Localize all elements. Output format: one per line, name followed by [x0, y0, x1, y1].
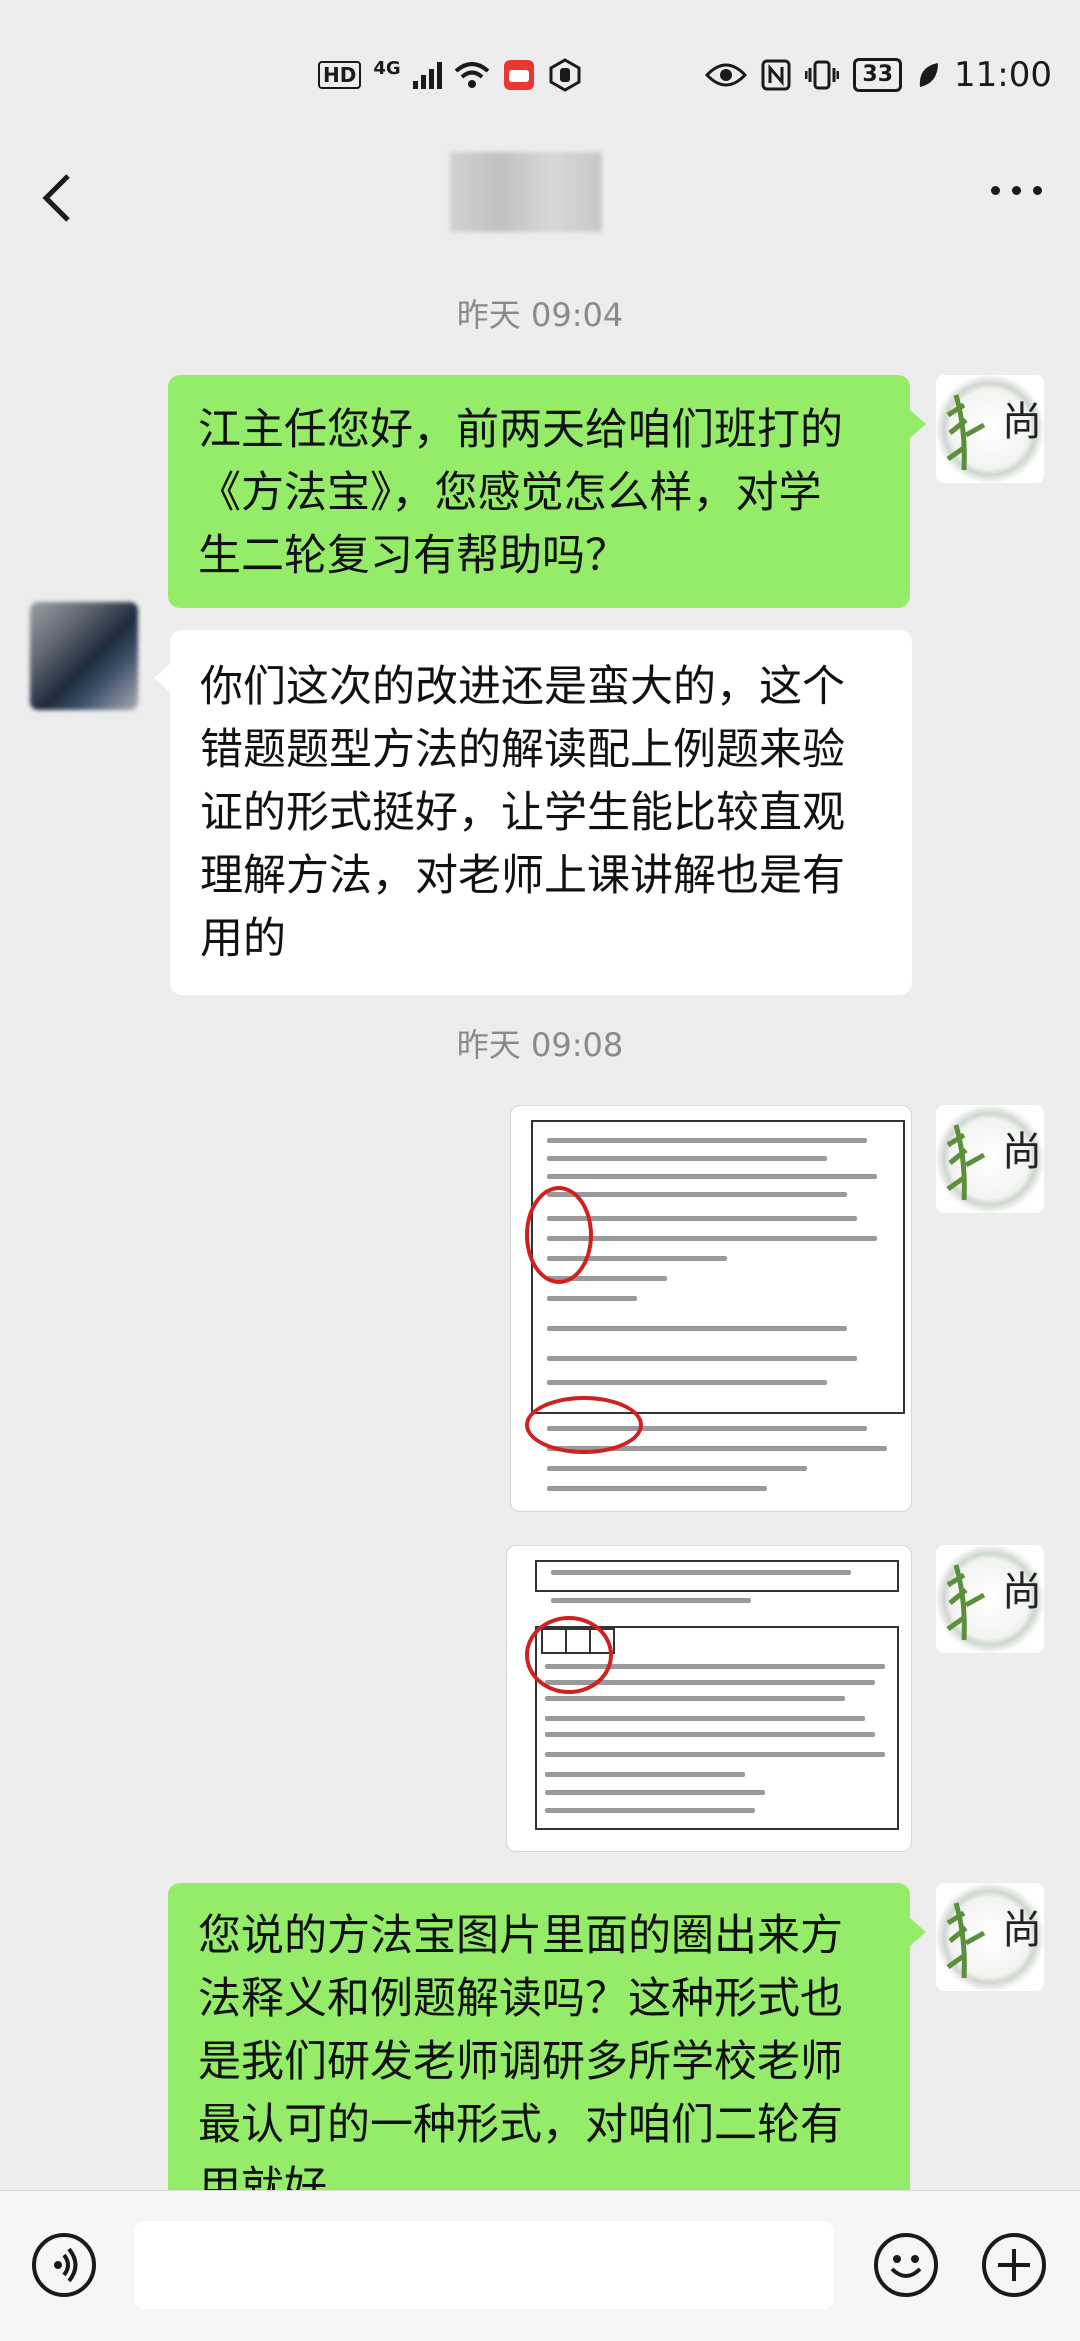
- message-timestamp: 昨天 09:08: [456, 1026, 624, 1064]
- message-line: 你们这次的改进还是蛮大的，这个: [200, 662, 845, 712]
- hd-badge: HD: [318, 61, 362, 89]
- message-line: 用的: [200, 914, 286, 964]
- avatar-char: 尚: [1002, 1569, 1042, 1615]
- emoji-icon[interactable]: [874, 2233, 938, 2297]
- status-right: 33 11:00: [705, 55, 1052, 95]
- message-line: 您说的方法宝图片里面的圈出来方: [198, 1911, 843, 1961]
- wifi-icon: [454, 62, 489, 88]
- document-thumbnail: [521, 1556, 899, 1841]
- input-bar: [0, 2190, 1080, 2341]
- more-options-icon[interactable]: [991, 186, 1042, 195]
- bubble-tail: [154, 664, 170, 692]
- message-line: 理解方法，对老师上课讲解也是有: [200, 851, 845, 901]
- message-line: 错题题型方法的解读配上例题来验: [200, 725, 845, 775]
- back-chevron-icon[interactable]: [38, 170, 78, 226]
- message-bubble-sent[interactable]: 江主任您好，前两天给咱们班打的 《方法宝》，您感觉怎么样，对学 生二轮复习有帮助…: [168, 375, 910, 608]
- message-line: 证的形式挺好，让学生能比较直观: [200, 788, 845, 838]
- hand-shield-icon: [549, 58, 581, 92]
- status-bar: HD 4G 33 11:00: [0, 0, 1080, 150]
- nfc-icon: [761, 59, 791, 91]
- my-avatar[interactable]: 尚: [936, 1883, 1044, 1991]
- message-timestamp: 昨天 09:04: [456, 296, 624, 334]
- message-line: 《方法宝》，您感觉怎么样，对学: [198, 468, 822, 518]
- leaf-icon: [919, 63, 939, 87]
- message-bubble-received[interactable]: 你们这次的改进还是蛮大的，这个 错题题型方法的解读配上例题来验 证的形式挺好，让…: [170, 630, 912, 995]
- message-line: 生二轮复习有帮助吗？: [198, 531, 628, 581]
- add-attachment-icon[interactable]: [982, 2233, 1046, 2297]
- eye-icon: [705, 63, 748, 87]
- avatar-char: 尚: [1002, 1907, 1042, 1953]
- message-input[interactable]: [134, 2221, 834, 2309]
- document-thumbnail: [525, 1116, 905, 1501]
- status-left: HD 4G: [318, 58, 582, 92]
- voice-toggle-icon[interactable]: [32, 2233, 96, 2297]
- my-avatar[interactable]: 尚: [936, 375, 1044, 483]
- avatar-char: 尚: [1002, 399, 1042, 445]
- message-line: 是我们研发老师调研多所学校老师: [198, 2037, 843, 2087]
- avatar-char: 尚: [1002, 1129, 1042, 1175]
- battery-indicator: 33: [853, 58, 903, 92]
- signal-icon: [412, 61, 442, 89]
- network-4g-badge: 4G: [373, 58, 401, 79]
- bubble-tail: [910, 410, 926, 438]
- message-line: 江主任您好，前两天给咱们班打的: [198, 405, 843, 455]
- message-line: 最认可的一种形式，对咱们二轮有: [198, 2100, 843, 2150]
- image-message[interactable]: [510, 1105, 912, 1512]
- app-notification-icon: [503, 60, 534, 90]
- status-time: 11:00: [954, 55, 1052, 95]
- vibrate-icon: [805, 60, 840, 90]
- my-avatar[interactable]: 尚: [936, 1105, 1044, 1213]
- chat-title-blurred: [450, 152, 602, 232]
- my-avatar[interactable]: 尚: [936, 1545, 1044, 1653]
- bubble-tail: [910, 1918, 926, 1946]
- message-line: 法释义和例题解读吗？这种形式也: [198, 1974, 843, 2024]
- contact-avatar[interactable]: [30, 602, 138, 710]
- image-message[interactable]: [506, 1545, 912, 1852]
